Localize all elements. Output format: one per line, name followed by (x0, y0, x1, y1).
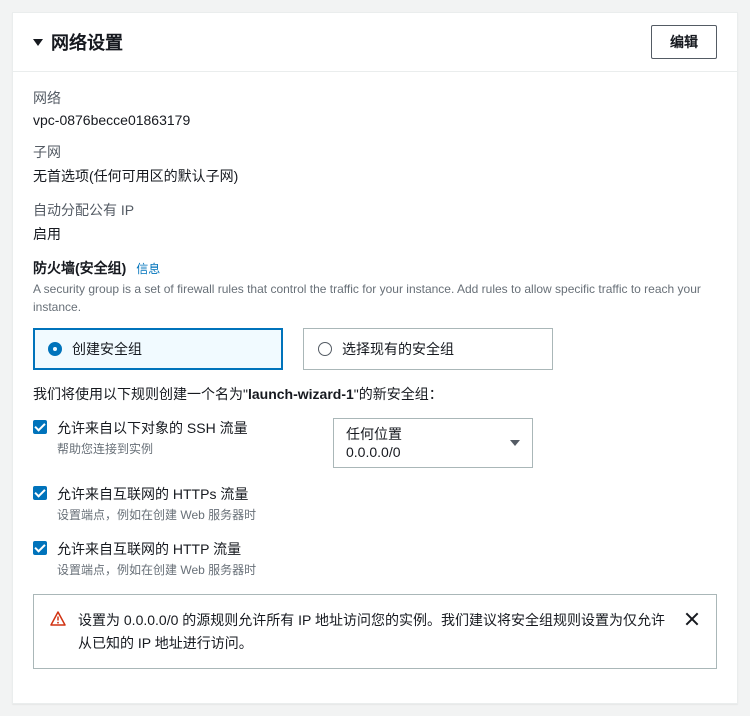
ssh-sub: 帮助您连接到实例 (57, 440, 293, 457)
warning-icon (50, 611, 66, 627)
chevron-down-icon (510, 440, 520, 446)
edit-button[interactable]: 编辑 (651, 25, 717, 59)
warning-alert: 设置为 0.0.0.0/0 的源规则允许所有 IP 地址访问您的实例。我们建议将… (33, 594, 717, 669)
auto-ip-value: 启用 (33, 224, 717, 244)
http-sub: 设置端点，例如在创建 Web 服务器时 (57, 561, 717, 578)
caret-down-icon (33, 39, 43, 46)
panel-title: 网络设置 (51, 29, 123, 55)
network-settings-panel: 网络设置 编辑 网络 vpc-0876becce01863179 子网 无首选项… (12, 12, 738, 704)
field-subnet: 子网 无首选项(任何可用区的默认子网) (33, 142, 717, 186)
https-label: 允许来自互联网的 HTTPs 流量 (57, 484, 717, 504)
panel-header: 网络设置 编辑 (13, 13, 737, 72)
ssh-label: 允许来自以下对象的 SSH 流量 (57, 418, 293, 438)
panel-title-toggle[interactable]: 网络设置 (33, 29, 123, 55)
https-sub: 设置端点，例如在创建 Web 服务器时 (57, 506, 717, 523)
radio-create-sg[interactable]: 创建安全组 (33, 328, 283, 370)
rule-ssh: 允许来自以下对象的 SSH 流量 帮助您连接到实例 任何位置 0.0.0.0/0 (33, 418, 717, 468)
network-label: 网络 (33, 88, 717, 108)
info-link[interactable]: 信息 (136, 262, 160, 276)
field-network: 网络 vpc-0876becce01863179 (33, 88, 717, 128)
radio-create-label: 创建安全组 (72, 339, 142, 359)
rule-http: 允许来自互联网的 HTTP 流量 设置端点，例如在创建 Web 服务器时 (33, 539, 717, 578)
subnet-label: 子网 (33, 142, 717, 162)
close-icon[interactable] (684, 611, 700, 627)
checkbox-https[interactable] (33, 486, 47, 500)
firewall-title: 防火墙(安全组) (33, 260, 126, 276)
auto-ip-label: 自动分配公有 IP (33, 200, 717, 220)
radio-existing-label: 选择现有的安全组 (342, 339, 454, 359)
checkbox-http[interactable] (33, 541, 47, 555)
network-value: vpc-0876becce01863179 (33, 112, 717, 128)
checkbox-ssh[interactable] (33, 420, 47, 434)
radio-icon (318, 342, 332, 356)
ssh-source-value: 0.0.0.0/0 (346, 443, 402, 461)
security-group-radio-row: 创建安全组 选择现有的安全组 (33, 328, 717, 370)
radio-icon (48, 342, 62, 356)
ssh-source-label: 任何位置 (346, 425, 402, 443)
radio-select-existing-sg[interactable]: 选择现有的安全组 (303, 328, 553, 370)
firewall-desc: A security group is a set of firewall ru… (33, 280, 717, 316)
panel-body: 网络 vpc-0876becce01863179 子网 无首选项(任何可用区的默… (13, 72, 737, 703)
firewall-section: 防火墙(安全组) 信息 A security group is a set of… (33, 258, 717, 669)
rule-https: 允许来自互联网的 HTTPs 流量 设置端点，例如在创建 Web 服务器时 (33, 484, 717, 523)
rule-creation-desc: 我们将使用以下规则创建一个名为"launch-wizard-1"的新安全组： (33, 384, 717, 404)
alert-text: 设置为 0.0.0.0/0 的源规则允许所有 IP 地址访问您的实例。我们建议将… (78, 609, 672, 654)
http-label: 允许来自互联网的 HTTP 流量 (57, 539, 717, 559)
subnet-value: 无首选项(任何可用区的默认子网) (33, 166, 717, 186)
field-auto-ip: 自动分配公有 IP 启用 (33, 200, 717, 244)
ssh-source-select[interactable]: 任何位置 0.0.0.0/0 (333, 418, 533, 468)
